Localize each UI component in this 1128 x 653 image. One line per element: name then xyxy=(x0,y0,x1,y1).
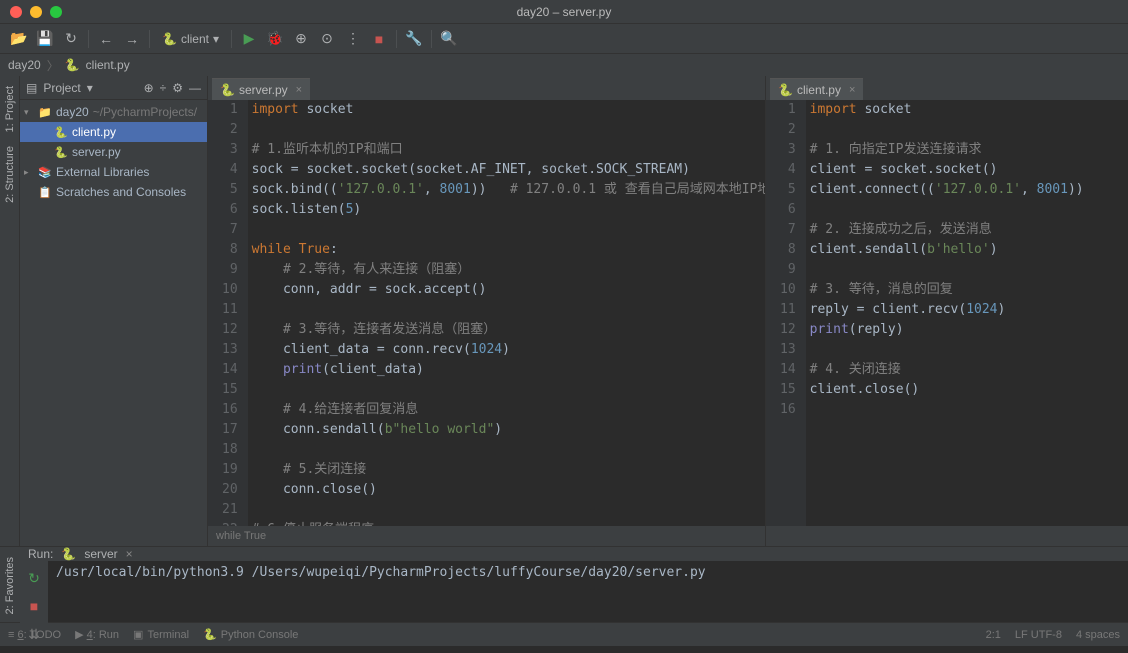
project-panel-header: ▤ Project ▾ ⊕ ÷ ⚙ — xyxy=(20,76,207,100)
window-title: day20 – server.py xyxy=(517,5,612,19)
tree-item-label: Scratches and Consoles xyxy=(56,185,186,199)
tab-label: client.py xyxy=(797,83,841,97)
forward-icon[interactable]: → xyxy=(121,28,143,50)
python-icon: 🐍 xyxy=(54,146,68,159)
project-panel: ▤ Project ▾ ⊕ ÷ ⚙ — ▾📁day20 ~/PycharmPro… xyxy=(20,76,208,546)
folder-icon: ▤ xyxy=(26,81,37,95)
python-icon: 🐍 xyxy=(65,58,80,72)
tree-item-label: server.py xyxy=(72,145,121,159)
python-icon: 🐍 xyxy=(162,32,177,46)
library-icon: 📚 xyxy=(38,166,52,179)
tab-label: server.py xyxy=(239,83,288,97)
code-area-right[interactable]: 12345678910111213141516 import socket # … xyxy=(766,100,1128,526)
python-icon: 🐍 xyxy=(54,126,68,139)
stop-icon[interactable]: ■ xyxy=(23,595,45,617)
tree-item-label: External Libraries xyxy=(56,165,149,179)
status-indent[interactable]: 4 spaces xyxy=(1076,629,1120,641)
title-bar: day20 – server.py xyxy=(0,0,1128,24)
status-terminal[interactable]: ▣Terminal xyxy=(133,628,189,641)
code-crumb-left[interactable]: while True xyxy=(208,526,765,546)
tab-server[interactable]: 🐍 server.py × xyxy=(212,78,310,100)
python-icon: 🐍 xyxy=(220,83,235,97)
code-crumb-right xyxy=(766,526,1128,546)
tree-item-hint: ~/PycharmProjects/ xyxy=(93,105,197,119)
run-label: Run: xyxy=(28,547,53,561)
editor-left: 🐍 server.py × 12345678910111213141516171… xyxy=(208,76,766,546)
close-icon[interactable]: × xyxy=(126,547,133,561)
tree-item-server-py[interactable]: 🐍 server.py xyxy=(20,142,207,162)
window-controls xyxy=(10,6,62,18)
close-window-icon[interactable] xyxy=(10,6,22,18)
breadcrumb-file[interactable]: client.py xyxy=(86,58,130,72)
minimize-window-icon[interactable] xyxy=(30,6,42,18)
debug-icon[interactable]: 🐞 xyxy=(264,28,286,50)
back-icon[interactable]: ← xyxy=(95,28,117,50)
status-encoding[interactable]: LF UTF-8 xyxy=(1015,629,1062,641)
structure-tool-tab[interactable]: 2: Structure xyxy=(2,140,18,209)
breadcrumb-root[interactable]: day20 xyxy=(8,58,41,72)
editor-right: 🐍 client.py × 12345678910111213141516 im… xyxy=(766,76,1128,546)
tree-item-scratches-and-consoles[interactable]: 📋 Scratches and Consoles xyxy=(20,182,207,202)
run-config-name: client xyxy=(181,32,209,46)
attach-icon[interactable]: ⋮ xyxy=(342,28,364,50)
tree-item-external-libraries[interactable]: ▸📚External Libraries xyxy=(20,162,207,182)
scratch-icon: 📋 xyxy=(38,186,52,199)
build-icon[interactable]: 🔧 xyxy=(403,28,425,50)
run-config-selector[interactable]: 🐍 client ▾ xyxy=(156,32,225,46)
project-header-label: Project xyxy=(43,81,80,95)
python-icon: 🐍 xyxy=(778,83,793,97)
run-header: Run: 🐍 server × xyxy=(20,547,1128,561)
close-icon[interactable]: × xyxy=(296,84,302,96)
main-toolbar: 📂 💾 ↻ ← → 🐍 client ▾ ▶ 🐞 ⊕ ⊙ ⋮ ■ 🔧 🔍 xyxy=(0,24,1128,54)
project-tool-tab[interactable]: 1: Project xyxy=(2,80,18,138)
maximize-window-icon[interactable] xyxy=(50,6,62,18)
rerun-icon[interactable]: ↻ xyxy=(23,567,45,589)
tab-client[interactable]: 🐍 client.py × xyxy=(770,78,863,100)
editor-tabs-left: 🐍 server.py × xyxy=(208,76,765,100)
folder-icon: 📁 xyxy=(38,106,52,119)
save-icon[interactable]: 💾 xyxy=(34,28,56,50)
profile-icon[interactable]: ⊙ xyxy=(316,28,338,50)
python-icon: 🐍 xyxy=(61,547,76,561)
tree-item-day20[interactable]: ▾📁day20 ~/PycharmProjects/ xyxy=(20,102,207,122)
project-tree: ▾📁day20 ~/PycharmProjects/🐍client.py🐍ser… xyxy=(20,100,207,204)
close-icon[interactable]: × xyxy=(849,84,855,96)
favorites-tool-tab[interactable]: 2: Favorites xyxy=(2,551,18,620)
editor-group: 🐍 server.py × 12345678910111213141516171… xyxy=(208,76,1128,546)
stop-icon[interactable]: ■ xyxy=(368,28,390,50)
run-config-name[interactable]: server xyxy=(84,547,117,561)
coverage-icon[interactable]: ⊕ xyxy=(290,28,312,50)
tree-item-client-py[interactable]: 🐍 client.py xyxy=(20,122,207,142)
dropdown-icon: ▾ xyxy=(213,32,219,46)
sync-icon[interactable]: ↻ xyxy=(60,28,82,50)
main-area: 1: Project 2: Structure ▤ Project ▾ ⊕ ÷ … xyxy=(0,76,1128,546)
left-tool-rail-bottom: 2: Favorites xyxy=(0,547,20,622)
status-run[interactable]: ▶ 4: Run xyxy=(75,628,119,641)
left-tool-rail: 1: Project 2: Structure xyxy=(0,76,20,546)
run-tool-window: 2: Favorites Run: 🐍 server × ↻ ■ ⇊ /usr/… xyxy=(0,546,1128,622)
tree-item-label: client.py xyxy=(72,125,116,139)
open-icon[interactable]: 📂 xyxy=(8,28,30,50)
status-todo[interactable]: ≡ 6: TODO xyxy=(8,629,61,641)
collapse-icon[interactable]: ÷ xyxy=(160,81,167,95)
run-icon[interactable]: ▶ xyxy=(238,28,260,50)
search-icon[interactable]: 🔍 xyxy=(438,28,460,50)
gear-icon[interactable]: ⚙ xyxy=(172,81,183,95)
tree-item-label: day20 xyxy=(56,105,89,119)
code-area-left[interactable]: 1234567891011121314151617181920212223 im… xyxy=(208,100,765,526)
status-position[interactable]: 2:1 xyxy=(986,629,1001,641)
breadcrumb: day20 〉 🐍 client.py xyxy=(0,54,1128,76)
status-pyconsole[interactable]: 🐍Python Console xyxy=(203,628,298,641)
select-target-icon[interactable]: ⊕ xyxy=(144,81,154,95)
editor-tabs-right: 🐍 client.py × xyxy=(766,76,1128,100)
hide-icon[interactable]: — xyxy=(189,81,201,95)
